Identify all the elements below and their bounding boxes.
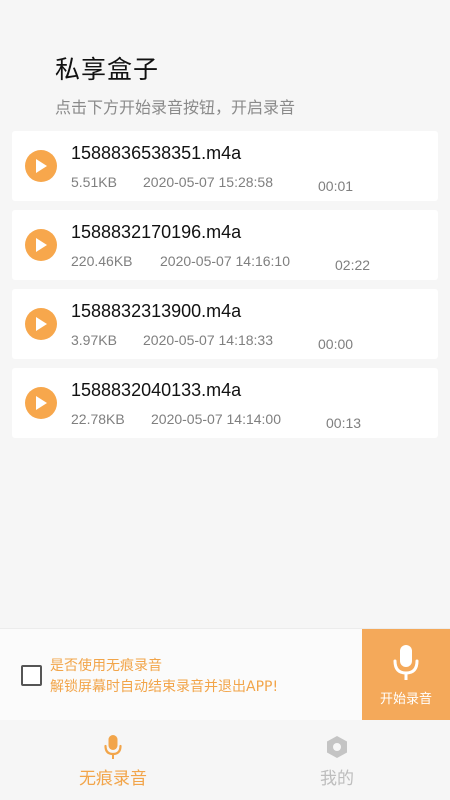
stealth-option-label: 是否使用无痕录音 [50,658,162,674]
tab-mine[interactable]: 我的 [282,734,392,789]
recording-name: 1588832040133.m4a [71,380,242,400]
tab-label: 我的 [320,769,354,789]
page-title: 私享盒子 [55,55,160,84]
microphone-icon [393,645,419,680]
recording-item[interactable]: 1588832170196.m4a 220.46KB 2020-05-07 14… [12,210,438,280]
recording-name: 1588832313900.m4a [71,301,242,321]
play-icon [36,238,47,252]
recording-list: 1588836538351.m4a 5.51KB 2020-05-07 15:2… [12,131,438,447]
recording-size: 3.97KB [71,332,117,348]
play-button[interactable] [25,150,57,182]
stealth-option-description: 解锁屏幕时自动结束录音并退出APP! [50,679,279,695]
tab-bar: 无痕录音 我的 [0,720,450,800]
play-button[interactable] [25,387,57,419]
play-button[interactable] [25,229,57,261]
recording-date: 2020-05-07 14:16:10 [160,253,290,269]
start-recording-button[interactable]: 开始录音 [362,629,450,721]
recording-duration: 00:13 [326,415,362,431]
header: 私享盒子 点击下方开始录音按钮，开启录音 [0,0,450,130]
recording-size: 5.51KB [71,174,117,190]
recording-item[interactable]: 1588832040133.m4a 22.78KB 2020-05-07 14:… [12,368,438,438]
recording-date: 2020-05-07 15:28:58 [143,174,273,190]
recording-name: 1588832170196.m4a [71,222,242,242]
stealth-record-checkbox[interactable] [21,665,42,686]
recording-name: 1588836538351.m4a [71,143,242,163]
recording-date: 2020-05-07 14:18:33 [143,332,273,348]
play-icon [36,159,47,173]
recording-size: 220.46KB [71,253,133,269]
play-icon [36,396,47,410]
microphone-icon [104,735,122,759]
page-subtitle: 点击下方开始录音按钮，开启录音 [55,98,296,117]
recording-duration: 00:01 [318,178,354,194]
tab-stealth-record[interactable]: 无痕录音 [58,734,168,789]
play-icon [36,317,47,331]
recording-duration: 02:22 [335,257,371,273]
recording-duration: 00:00 [318,336,354,352]
recording-item[interactable]: 1588832313900.m4a 3.97KB 2020-05-07 14:1… [12,289,438,359]
recording-date: 2020-05-07 14:14:00 [151,411,281,427]
bottom-option-bar: 是否使用无痕录音 解锁屏幕时自动结束录音并退出APP! 开始录音 [0,628,450,721]
play-button[interactable] [25,308,57,340]
tab-label: 无痕录音 [79,769,147,789]
recording-size: 22.78KB [71,411,125,427]
start-recording-label: 开始录音 [379,692,432,707]
recording-item[interactable]: 1588836538351.m4a 5.51KB 2020-05-07 15:2… [12,131,438,201]
hexagon-icon [327,736,347,758]
